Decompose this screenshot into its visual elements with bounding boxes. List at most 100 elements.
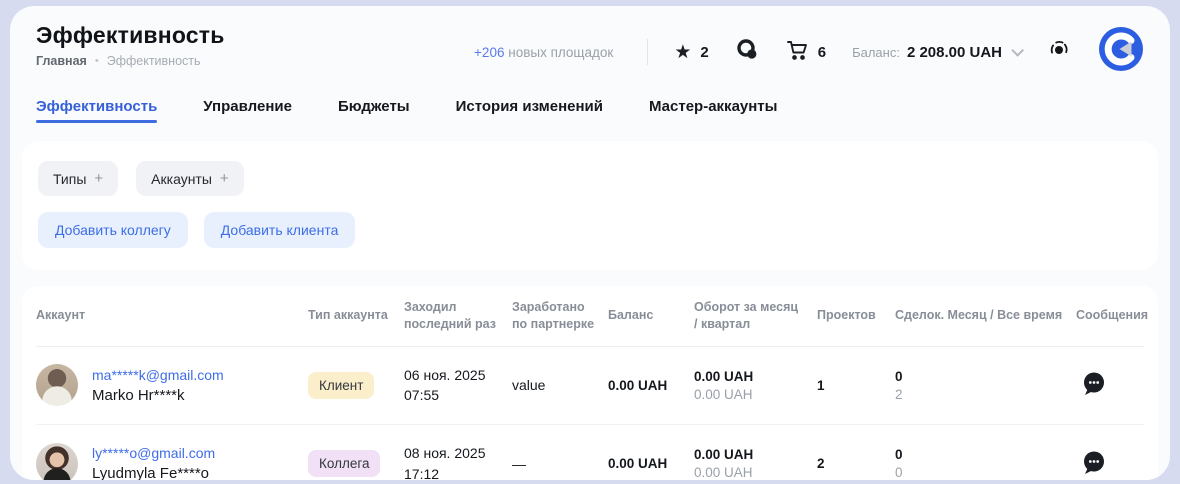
balance-cell: 0.00 UAH — [608, 378, 694, 393]
turnover-month: 0.00 UAH — [694, 369, 805, 384]
tab-budgets[interactable]: Бюджеты — [338, 98, 410, 127]
filter-chip-types[interactable]: Типы + — [38, 161, 118, 196]
last-visit-date: 08 ноя. 2025 — [404, 443, 500, 463]
last-visit-date: 06 ноя. 2025 — [404, 365, 500, 385]
cart-icon — [785, 38, 809, 66]
deals-all-time: 2 — [895, 387, 1064, 402]
filters-card: Типы + Аккаунты + Добавить коллегу Добав… — [22, 141, 1158, 270]
new-sites-count: +206 — [474, 45, 504, 60]
notifications-button[interactable] — [1046, 37, 1072, 68]
account-type-cell: Клиент — [308, 372, 404, 399]
type-badge: Клиент — [308, 372, 374, 399]
favorites-counter[interactable]: ★ 2 — [674, 43, 708, 62]
filter-chip-types-label: Типы — [53, 171, 86, 187]
message-icon — [1080, 449, 1107, 479]
page-title: Эффективность — [36, 22, 296, 49]
title-block: Эффективность Главная • Эффективность — [36, 22, 296, 68]
account-text: ma*****k@gmail.com Marko Hr****k — [92, 367, 224, 404]
balance-value: 2 208.00 UAH — [907, 44, 1002, 61]
table-row: ma*****k@gmail.com Marko Hr****k Клиент … — [36, 347, 1144, 425]
turnover-month: 0.00 UAH — [694, 447, 805, 462]
chat-button[interactable] — [735, 38, 759, 66]
actions-row: Добавить коллегу Добавить клиента — [38, 212, 1142, 248]
add-client-button[interactable]: Добавить клиента — [204, 212, 356, 248]
filter-chip-accounts[interactable]: Аккаунты + — [136, 161, 244, 196]
last-visit-cell: 08 ноя. 2025 17:12 — [404, 443, 512, 480]
favorites-count: 2 — [700, 44, 708, 61]
col-account-type: Тип аккаунта — [308, 294, 404, 337]
breadcrumb-home[interactable]: Главная — [36, 54, 87, 68]
turnover-cell: 0.00 UAH 0.00 UAH — [694, 369, 817, 402]
deals-month: 0 — [895, 369, 1064, 384]
account-cell: ma*****k@gmail.com Marko Hr****k — [36, 364, 308, 406]
plus-icon: + — [220, 170, 229, 187]
balance-dropdown[interactable]: Баланс: 2 208.00 UAH — [852, 44, 1020, 61]
table-header-row: Аккаунт Тип аккаунта Заходил последний р… — [36, 286, 1144, 347]
tab-management[interactable]: Управление — [203, 98, 292, 127]
breadcrumb: Главная • Эффективность — [36, 54, 296, 68]
col-account: Аккаунт — [36, 294, 308, 337]
app-logo[interactable] — [1098, 26, 1144, 72]
tab-effectiveness[interactable]: Эффективность — [36, 98, 157, 127]
divider — [647, 39, 648, 65]
top-right-cluster: +206 новых площадок ★ 2 — [296, 22, 1144, 72]
new-sites-label: новых площадок — [508, 45, 613, 60]
col-earned-affiliate: Заработано по партнерке — [512, 286, 608, 346]
plus-icon: + — [94, 170, 103, 187]
turnover-cell: 0.00 UAH 0.00 UAH — [694, 447, 817, 480]
col-balance: Баланс — [608, 294, 694, 337]
main-panel: Эффективность Главная • Эффективность +2… — [10, 6, 1170, 480]
deals-month: 0 — [895, 447, 1064, 462]
projects-cell: 1 — [817, 378, 895, 393]
chat-bubble-icon — [735, 38, 759, 66]
breadcrumb-current: Эффективность — [107, 54, 201, 68]
earned-cell: value — [512, 377, 608, 393]
breadcrumb-separator: • — [95, 55, 99, 67]
balance-label: Баланс: — [852, 45, 900, 60]
turnover-quarter: 0.00 UAH — [694, 387, 805, 402]
tab-change-history[interactable]: История изменений — [456, 98, 603, 127]
deals-all-time: 0 — [895, 465, 1064, 480]
filter-chip-accounts-label: Аккаунты — [151, 171, 212, 187]
message-icon — [1080, 370, 1107, 400]
account-text: ly*****o@gmail.com Lyudmyla Fe****o — [92, 445, 215, 480]
account-name: Marko Hr****k — [92, 387, 224, 404]
chevron-down-icon — [1011, 44, 1024, 57]
accounts-table: Аккаунт Тип аккаунта Заходил последний р… — [22, 286, 1158, 480]
type-badge: Коллега — [308, 450, 380, 477]
col-deals: Сделок. Месяц / Все время — [895, 294, 1076, 337]
account-name: Lyudmyla Fe****o — [92, 465, 215, 480]
last-visit-cell: 06 ноя. 2025 07:55 — [404, 365, 512, 406]
turnover-quarter: 0.00 UAH — [694, 465, 805, 480]
table-row: ly*****o@gmail.com Lyudmyla Fe****o Колл… — [36, 425, 1144, 480]
add-colleague-button[interactable]: Добавить коллегу — [38, 212, 188, 248]
message-button[interactable] — [1076, 370, 1144, 400]
last-visit-time: 17:12 — [404, 464, 500, 480]
broadcast-icon — [1046, 37, 1072, 68]
star-icon: ★ — [674, 43, 691, 62]
balance-cell: 0.00 UAH — [608, 456, 694, 471]
cart-counter[interactable]: 6 — [785, 38, 826, 66]
new-sites-notice[interactable]: +206 новых площадок — [474, 45, 613, 60]
last-visit-time: 07:55 — [404, 385, 500, 405]
account-type-cell: Коллега — [308, 450, 404, 477]
col-projects: Проектов — [817, 294, 895, 337]
account-email-link[interactable]: ly*****o@gmail.com — [92, 445, 215, 461]
cart-count: 6 — [818, 44, 826, 61]
account-email-link[interactable]: ma*****k@gmail.com — [92, 367, 224, 383]
col-turnover: Оборот за месяц / квартал — [694, 286, 817, 346]
col-last-visit: Заходил последний раз — [404, 286, 512, 346]
earned-cell: — — [512, 456, 608, 472]
col-messages: Сообщения — [1076, 294, 1144, 337]
projects-cell: 2 — [817, 456, 895, 471]
message-button[interactable] — [1076, 449, 1144, 479]
tab-bar: Эффективность Управление Бюджеты История… — [10, 72, 1170, 127]
tab-master-accounts[interactable]: Мастер-аккаунты — [649, 98, 777, 127]
avatar — [36, 364, 78, 406]
deals-cell: 0 0 — [895, 447, 1076, 480]
filter-chips-row: Типы + Аккаунты + — [38, 161, 1142, 196]
account-cell: ly*****o@gmail.com Lyudmyla Fe****o — [36, 443, 308, 480]
avatar — [36, 443, 78, 480]
top-bar: Эффективность Главная • Эффективность +2… — [10, 6, 1170, 72]
deals-cell: 0 2 — [895, 369, 1076, 402]
